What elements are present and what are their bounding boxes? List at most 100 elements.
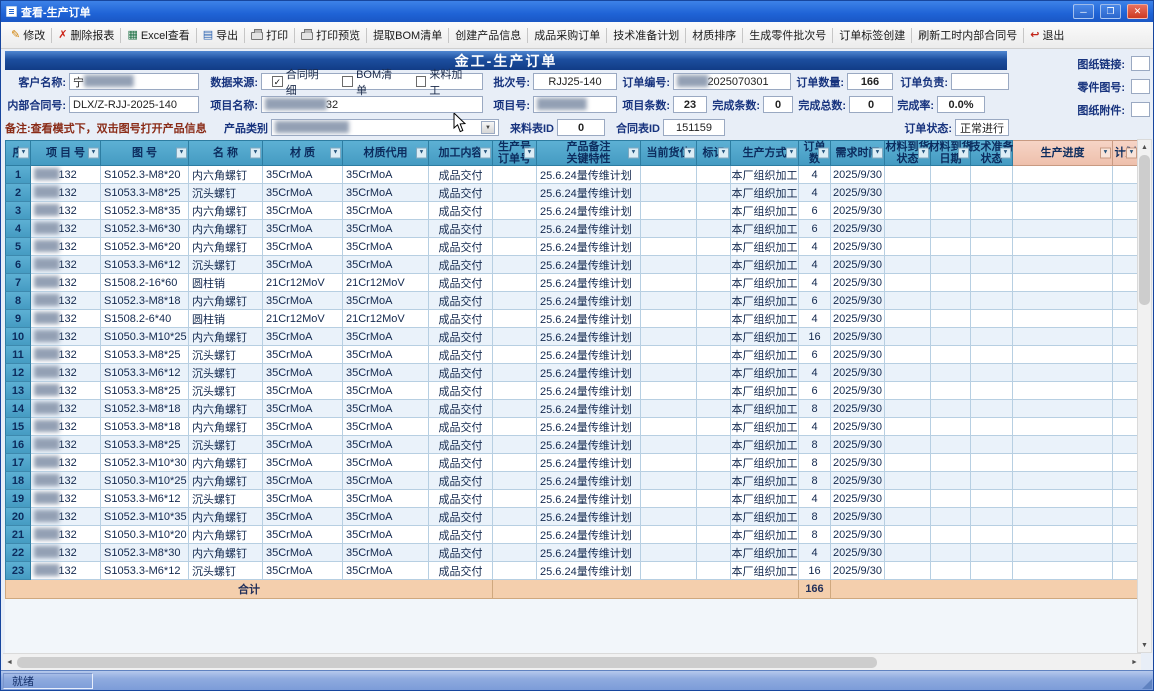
cell-progress[interactable] <box>1013 454 1113 472</box>
cell-material_sub[interactable]: 35CrMoA <box>343 508 429 526</box>
cell-method[interactable]: 本厂组织加工 <box>731 202 799 220</box>
cell-tech_status[interactable] <box>971 436 1013 454</box>
cell-qty[interactable]: 4 <box>799 256 831 274</box>
cell-mark[interactable] <box>697 202 731 220</box>
cell-mark[interactable] <box>697 490 731 508</box>
cell-material_sub[interactable]: 35CrMoA <box>343 400 429 418</box>
cell-seq[interactable]: 20 <box>5 508 31 526</box>
cell-mat_date[interactable] <box>931 526 971 544</box>
cell-mat_date[interactable] <box>931 202 971 220</box>
cell-method[interactable]: 本厂组织加工 <box>731 382 799 400</box>
cell-qty[interactable]: 8 <box>799 454 831 472</box>
cell-method[interactable]: 本厂组织加工 <box>731 310 799 328</box>
cell-content[interactable]: 成品交付 <box>429 544 493 562</box>
order-no-field[interactable]: █████2025070301 <box>673 73 791 90</box>
cell-remark[interactable]: 25.6.24量传维计划 <box>537 400 641 418</box>
cell-mat_status[interactable] <box>885 544 931 562</box>
cell-content[interactable]: 成品交付 <box>429 364 493 382</box>
cell-date[interactable]: 2025/9/30 <box>831 238 885 256</box>
cell-date[interactable]: 2025/9/30 <box>831 526 885 544</box>
cell-plan[interactable] <box>1113 274 1139 292</box>
cell-name[interactable]: 内六角螺钉 <box>189 400 263 418</box>
cell-progress[interactable] <box>1013 328 1113 346</box>
cell-material[interactable]: 35CrMoA <box>263 400 343 418</box>
cell-date[interactable]: 2025/9/30 <box>831 256 885 274</box>
cell-material_sub[interactable]: 35CrMoA <box>343 166 429 184</box>
cell-drawing[interactable]: S1052.3-M10*35 <box>101 508 189 526</box>
cell-method[interactable]: 本厂组织加工 <box>731 436 799 454</box>
cell-remark[interactable]: 25.6.24量传维计划 <box>537 562 641 580</box>
cell-drawing[interactable]: S1052.3-M8*20 <box>101 166 189 184</box>
toolbar-button-finished-purchase-order[interactable]: 成品采购订单 <box>529 23 605 47</box>
cell-tech_status[interactable] <box>971 364 1013 382</box>
cell-prod_order[interactable] <box>493 544 537 562</box>
cell-name[interactable]: 沉头螺钉 <box>189 382 263 400</box>
cell-name[interactable]: 内六角螺钉 <box>189 202 263 220</box>
cell-seq[interactable]: 7 <box>5 274 31 292</box>
cell-prod_order[interactable] <box>493 382 537 400</box>
resize-grip[interactable] <box>1142 679 1152 689</box>
cell-method[interactable]: 本厂组织加工 <box>731 454 799 472</box>
cell-tech_status[interactable] <box>971 544 1013 562</box>
cell-seq[interactable]: 23 <box>5 562 31 580</box>
cell-material[interactable]: 35CrMoA <box>263 166 343 184</box>
minimize-button[interactable]: ─ <box>1073 4 1094 19</box>
column-header-drawing[interactable]: 图 号▼ <box>101 140 189 166</box>
cell-content[interactable]: 成品交付 <box>429 220 493 238</box>
filter-arrow-icon[interactable]: ▼ <box>18 148 29 159</box>
cell-name[interactable]: 内六角螺钉 <box>189 328 263 346</box>
cell-remark[interactable]: 25.6.24量传维计划 <box>537 166 641 184</box>
cell-material[interactable]: 35CrMoA <box>263 454 343 472</box>
cell-mat_status[interactable] <box>885 166 931 184</box>
cell-name[interactable]: 圆柱销 <box>189 310 263 328</box>
project-rows-field[interactable]: 23 <box>673 96 707 113</box>
cell-mat_status[interactable] <box>885 418 931 436</box>
cell-seq[interactable]: 15 <box>5 418 31 436</box>
cell-progress[interactable] <box>1013 220 1113 238</box>
cell-mat_status[interactable] <box>885 328 931 346</box>
filter-arrow-icon[interactable]: ▼ <box>1126 148 1137 159</box>
filter-arrow-icon[interactable]: ▼ <box>250 148 261 159</box>
cell-method[interactable]: 本厂组织加工 <box>731 418 799 436</box>
filter-arrow-icon[interactable]: ▼ <box>480 148 491 159</box>
cell-method[interactable]: 本厂组织加工 <box>731 562 799 580</box>
cell-material[interactable]: 35CrMoA <box>263 418 343 436</box>
cell-drawing[interactable]: S1053.3-M6*12 <box>101 256 189 274</box>
cell-material[interactable]: 21Cr12MoV <box>263 274 343 292</box>
vertical-scrollbar[interactable]: ▲ ▼ <box>1137 139 1152 653</box>
cell-seq[interactable]: 21 <box>5 526 31 544</box>
cell-material_sub[interactable]: 35CrMoA <box>343 256 429 274</box>
cell-mat_status[interactable] <box>885 526 931 544</box>
cell-content[interactable]: 成品交付 <box>429 490 493 508</box>
checkbox-box-bom-list[interactable] <box>342 76 353 87</box>
cell-project[interactable]: ████132 <box>31 184 101 202</box>
cell-mat_status[interactable] <box>885 508 931 526</box>
cell-progress[interactable] <box>1013 562 1113 580</box>
cell-progress[interactable] <box>1013 202 1113 220</box>
cell-mat_date[interactable] <box>931 400 971 418</box>
cell-remark[interactable]: 25.6.24量传维计划 <box>537 328 641 346</box>
toolbar-button-excel-view[interactable]: ▦Excel查看 <box>122 23 194 47</box>
cell-name[interactable]: 沉头螺钉 <box>189 562 263 580</box>
cell-drawing[interactable]: S1508.2-16*60 <box>101 274 189 292</box>
cell-project[interactable]: ████132 <box>31 292 101 310</box>
cell-mark[interactable] <box>697 544 731 562</box>
cell-mat_date[interactable] <box>931 382 971 400</box>
cell-project[interactable]: ████132 <box>31 166 101 184</box>
cell-progress[interactable] <box>1013 166 1113 184</box>
cell-prod_order[interactable] <box>493 274 537 292</box>
filter-arrow-icon[interactable]: ▼ <box>176 148 187 159</box>
cell-material_sub[interactable]: 35CrMoA <box>343 436 429 454</box>
cell-progress[interactable] <box>1013 274 1113 292</box>
cell-name[interactable]: 内六角螺钉 <box>189 472 263 490</box>
cell-prod_order[interactable] <box>493 436 537 454</box>
cell-remark[interactable]: 25.6.24量传维计划 <box>537 418 641 436</box>
horizontal-scrollbar[interactable]: ◄ ► <box>3 653 1141 670</box>
cell-date[interactable]: 2025/9/30 <box>831 472 885 490</box>
cell-progress[interactable] <box>1013 436 1113 454</box>
cell-seq[interactable]: 12 <box>5 364 31 382</box>
cell-method[interactable]: 本厂组织加工 <box>731 292 799 310</box>
cell-method[interactable]: 本厂组织加工 <box>731 364 799 382</box>
cell-date[interactable]: 2025/9/30 <box>831 202 885 220</box>
cell-remark[interactable]: 25.6.24量传维计划 <box>537 292 641 310</box>
